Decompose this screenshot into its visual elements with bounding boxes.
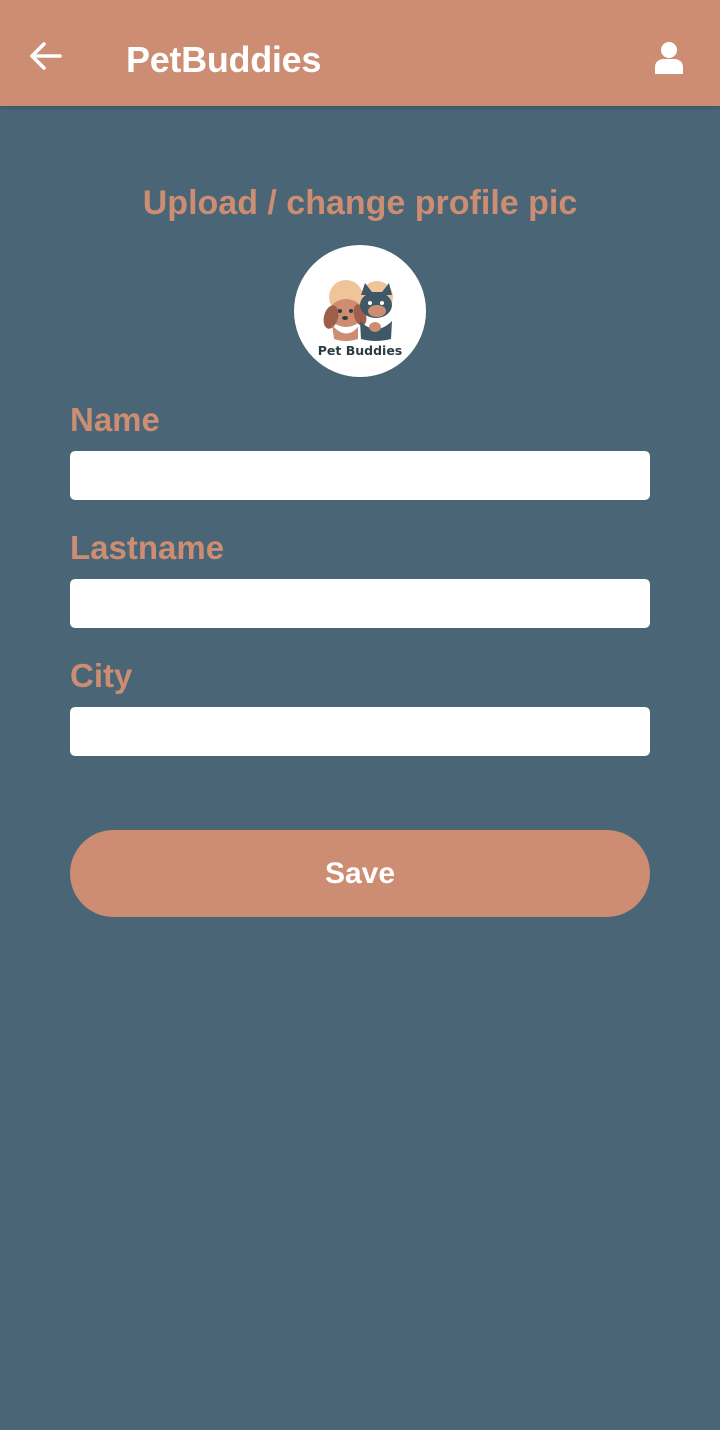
name-input[interactable]: [70, 451, 650, 500]
lastname-input[interactable]: [70, 579, 650, 628]
upload-profile-pic-heading: Upload / change profile pic: [142, 184, 578, 222]
app-bar: PetBuddies: [0, 0, 720, 106]
user-icon: [655, 42, 683, 74]
lastname-label: Lastname: [70, 529, 225, 566]
city-label: City: [70, 657, 133, 694]
logo-text: Pet Buddies: [318, 343, 403, 358]
save-button[interactable]: Save: [70, 830, 650, 917]
name-label: Name: [70, 401, 160, 438]
city-input[interactable]: [70, 707, 650, 756]
pet-buddies-logo: Pet Buddies: [318, 280, 403, 358]
profile-button[interactable]: [648, 36, 690, 80]
back-button[interactable]: [24, 33, 66, 79]
profile-pic-avatar[interactable]: Pet Buddies: [294, 245, 426, 377]
app-title: PetBuddies: [126, 39, 322, 80]
arrow-left-icon: [30, 42, 62, 70]
